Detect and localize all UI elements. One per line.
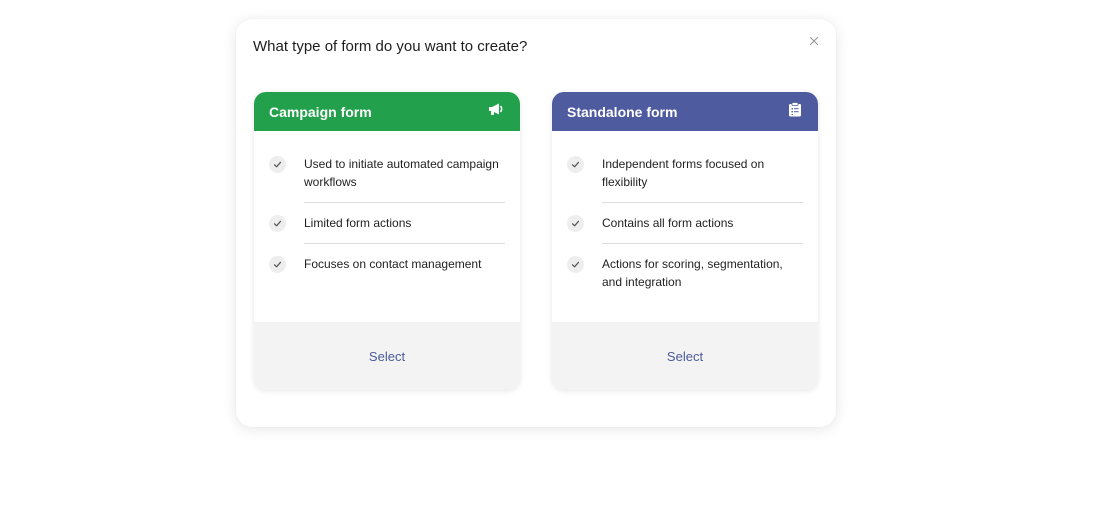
megaphone-icon <box>488 102 504 121</box>
check-icon <box>269 156 286 173</box>
feature-text: Contains all form actions <box>602 214 803 244</box>
standalone-form-footer: Select <box>552 322 818 390</box>
standalone-form-features: Independent forms focused on flexibility… <box>552 131 818 322</box>
campaign-form-title: Campaign form <box>269 103 372 120</box>
standalone-form-header: Standalone form <box>552 92 818 131</box>
select-standalone-form-button[interactable]: Select <box>655 343 715 370</box>
create-form-dialog: What type of form do you want to create?… <box>236 19 836 427</box>
close-button[interactable] <box>806 33 822 49</box>
feature-text: Limited form actions <box>304 214 505 244</box>
feature-text: Actions for scoring, segmentation, and i… <box>602 257 783 289</box>
feature-text: Used to initiate automated campaign work… <box>304 155 505 203</box>
check-icon <box>567 256 584 273</box>
campaign-form-card[interactable]: Campaign form Used to initiate automated… <box>254 92 520 390</box>
feature-item: Independent forms focused on flexibility <box>567 155 803 203</box>
campaign-form-header: Campaign form <box>254 92 520 131</box>
feature-text: Independent forms focused on flexibility <box>602 155 803 203</box>
feature-item: Used to initiate automated campaign work… <box>269 155 505 203</box>
feature-text: Focuses on contact management <box>304 257 482 271</box>
check-icon <box>567 156 584 173</box>
clipboard-icon <box>788 101 802 122</box>
standalone-form-card[interactable]: Standalone form Independent forms focuse… <box>552 92 818 390</box>
close-icon <box>809 36 819 46</box>
campaign-form-features: Used to initiate automated campaign work… <box>254 131 520 322</box>
feature-item: Actions for scoring, segmentation, and i… <box>567 255 803 302</box>
standalone-form-title: Standalone form <box>567 103 678 120</box>
check-icon <box>269 256 286 273</box>
dialog-title: What type of form do you want to create? <box>253 38 528 55</box>
check-icon <box>269 215 286 232</box>
feature-item: Limited form actions <box>269 214 505 244</box>
feature-item: Focuses on contact management <box>269 255 505 284</box>
feature-item: Contains all form actions <box>567 214 803 244</box>
select-campaign-form-button[interactable]: Select <box>357 343 417 370</box>
campaign-form-footer: Select <box>254 322 520 390</box>
check-icon <box>567 215 584 232</box>
